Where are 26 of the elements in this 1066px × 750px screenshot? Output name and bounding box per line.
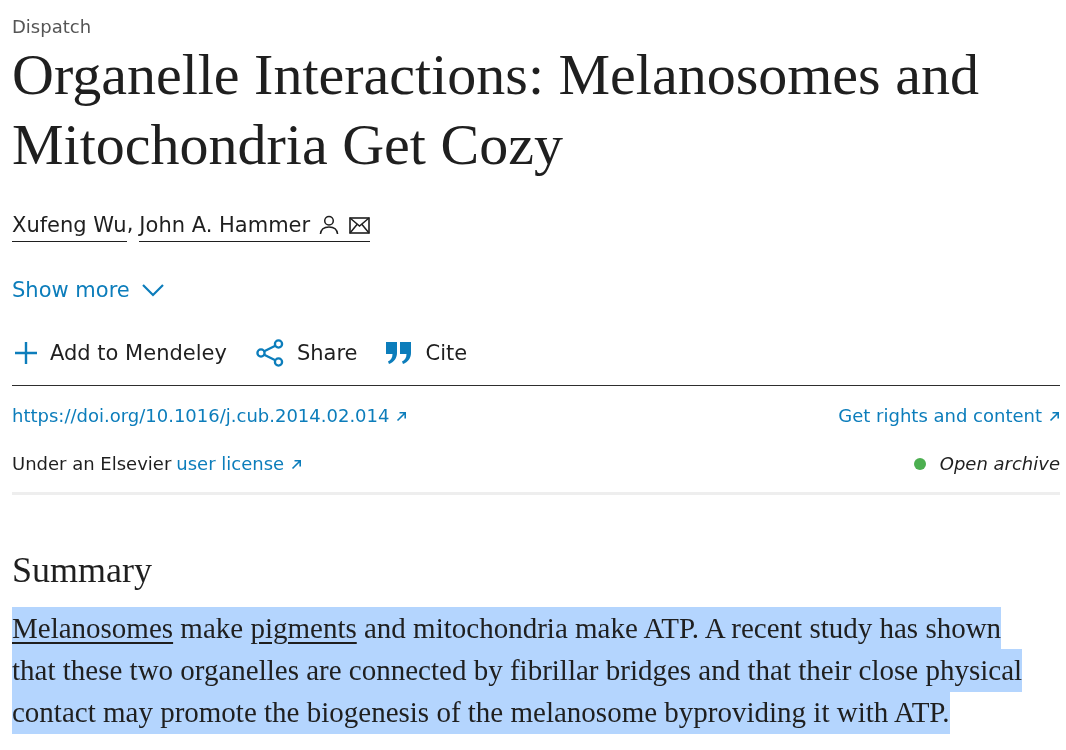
external-arrow-icon [291,458,303,470]
author-separator: , [126,211,134,238]
summary-heading: Summary [12,550,153,590]
license-text: Under an Elsevier [12,452,172,476]
article-type-label: Dispatch [12,15,93,39]
person-icon [319,215,340,235]
add-to-library-button[interactable]: Add to Mendeley [12,338,227,368]
author-link[interactable]: Xufeng Wu [12,211,127,242]
envelope-icon [349,216,371,234]
quote-icon [386,342,413,364]
doi-link[interactable]: https://doi.org/10.1016/j.cub.2014.02.014 [12,404,408,428]
text-link[interactable]: Melanosomes [12,612,174,644]
plus-icon [15,342,37,364]
rights-link[interactable]: Get rights and content [838,404,1060,428]
license-link[interactable]: user license [176,452,303,476]
article-title: Organelle Interactions: Melanosomes and Mitochondria Get Cozy [12,41,980,179]
cite-button[interactable]: Cite [383,338,468,368]
access-label: Open archive [939,452,1060,476]
share-icon [255,339,284,367]
share-button[interactable]: Share [252,338,358,368]
external-arrow-icon [396,410,408,422]
show-more-button[interactable]: Show more [12,276,164,304]
author-link[interactable]: John A. Hammer [139,211,371,242]
status-dot-icon [913,458,926,470]
external-arrow-icon [1049,410,1060,422]
text-link[interactable]: pigments [250,612,357,644]
